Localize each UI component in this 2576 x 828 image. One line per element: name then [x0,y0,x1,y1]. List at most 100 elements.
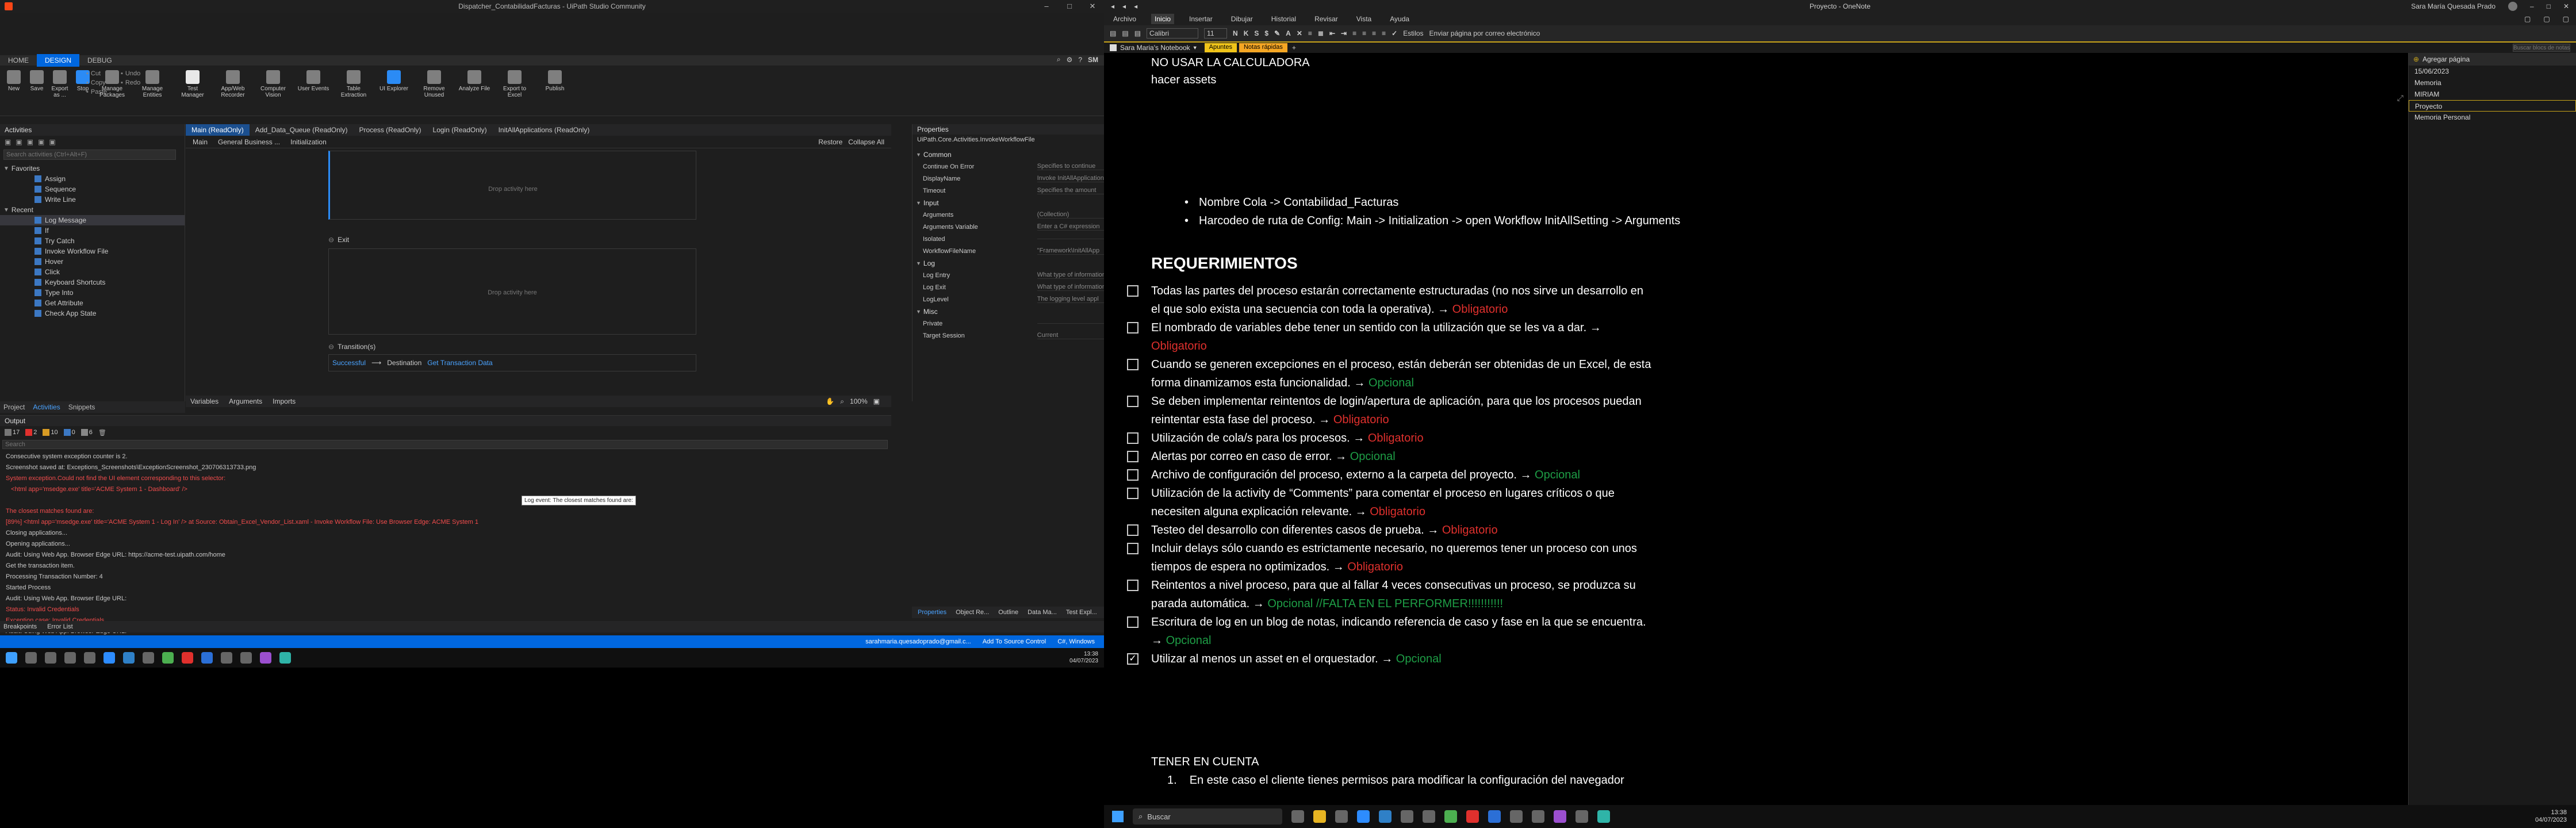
search-icon[interactable] [25,652,37,664]
share-icon[interactable]: ▢ [2524,15,2531,23]
properties-tab[interactable]: Data Ma... [1028,609,1057,616]
property-value[interactable]: Current [1037,332,1104,339]
output-search-input[interactable] [2,440,888,449]
ribbon-export-as--button[interactable]: Export as ... [49,70,70,98]
activity-item[interactable]: If [0,225,185,236]
activity-item[interactable]: Hover [0,256,185,267]
doc-tab[interactable]: Login (ReadOnly) [427,124,493,136]
maximize-icon[interactable]: □ [1058,0,1081,13]
checkbox-icon[interactable] [1127,432,1138,444]
ribbon-test-manager-button[interactable]: Test Manager [176,70,209,98]
property-value[interactable]: Specifies the amount [1037,187,1104,194]
justify-icon[interactable]: ≡ [1382,29,1386,37]
chrome-icon[interactable] [1444,810,1457,823]
property-value[interactable]: (Collection) [1037,211,1104,218]
fullscreen-icon[interactable]: ▢ [2563,15,2569,23]
ribbon-remove-unused-button[interactable]: Remove Unused [417,70,451,98]
paste-icon[interactable]: ▤ [1110,29,1116,37]
checkbox-icon[interactable] [1127,359,1138,370]
search-icon[interactable]: ⌕ [840,397,844,406]
ribbon-user-events-button[interactable]: User Events [297,70,330,92]
opera-icon[interactable] [1466,810,1479,823]
notebook-name[interactable]: Sara Maria's Notebook [1120,44,1190,52]
vscode-icon[interactable] [1379,810,1392,823]
format-painter-icon[interactable]: ▤ [1134,29,1141,37]
user-initials[interactable]: SM [1088,56,1098,64]
maximize-icon[interactable]: □ [2547,2,2551,10]
ribbon-tab-design[interactable]: DESIGN [37,54,80,67]
designer-tab-variables[interactable]: Variables [190,397,218,405]
add-section-icon[interactable]: + [1290,43,1298,52]
menu-dibujar[interactable]: Dibujar [1228,14,1256,24]
fit-icon[interactable]: ▣ [873,397,880,406]
file-explorer-icon[interactable] [1313,810,1326,823]
ribbon-tab-home[interactable]: HOME [0,54,37,67]
checkbox-icon[interactable] [1127,524,1138,536]
section-tab[interactable]: Notas rápidas [1239,43,1287,52]
user-name[interactable]: Sara María Quesada Prado [2411,2,2496,10]
breadcrumb-item[interactable]: Initialization [290,138,327,146]
page-item[interactable]: 15/06/2023 [2409,66,2576,77]
uipath-icon[interactable] [1488,810,1501,823]
menu-archivo[interactable]: Archivo [1110,14,1140,24]
activities-group[interactable]: ▼ Recent [0,205,185,215]
chrome-icon[interactable] [162,652,174,664]
menu-historial[interactable]: Historial [1268,14,1300,24]
output-filter-toggle[interactable]: 10 [43,429,58,436]
avatar[interactable] [2508,2,2517,11]
left-tab-project[interactable]: Project [3,403,25,411]
properties-tab[interactable]: Properties [918,609,946,616]
status-source-control[interactable]: Add To Source Control [983,638,1046,645]
ribbon-app-web-recorder-button[interactable]: App/Web Recorder [216,70,250,98]
designer-tab-arguments[interactable]: Arguments [229,397,262,405]
security-icon[interactable] [1510,810,1523,823]
checkbox-icon[interactable] [1127,543,1138,554]
checkbox-icon[interactable]: ✓ [1127,653,1138,665]
checkbox-icon[interactable] [1127,580,1138,591]
checkbox-icon[interactable] [1127,616,1138,628]
activity-item[interactable]: Get Attribute [0,298,185,308]
designer-tab-imports[interactable]: Imports [273,397,296,405]
bullets-icon[interactable]: ≡ [1308,29,1312,37]
ribbon-save-button[interactable]: Save [26,70,47,92]
font-name-select[interactable]: Calibri [1147,28,1199,39]
transition-row[interactable]: Successful ⟶ Destination Get Transaction Da… [328,354,696,371]
tag-icon[interactable]: ✓ [1392,29,1397,37]
edge-icon[interactable] [1597,810,1610,823]
status-language[interactable]: C#, Windows [1057,638,1095,645]
settings-icon[interactable]: ⚙ [1067,56,1073,64]
italic-icon[interactable]: K [1244,29,1249,37]
onenote-icon[interactable] [1554,810,1566,823]
doc-tab[interactable]: InitAllApplications (ReadOnly) [493,124,596,136]
property-value[interactable]: Enter a C# expression [1037,223,1104,231]
doc-tab[interactable]: Main (ReadOnly) [186,124,250,136]
app-icon[interactable] [84,652,95,664]
windows-start-icon[interactable] [6,652,17,664]
menu-inicio[interactable]: Inicio [1151,14,1175,24]
task-view-icon[interactable] [45,652,56,664]
app-icon[interactable] [1423,810,1435,823]
taskbar-search-box[interactable]: ⌕ Buscar [1133,808,1282,825]
collapse-all-button[interactable]: Collapse All [848,138,884,146]
checkbox-icon[interactable] [1127,285,1138,297]
checkbox-icon[interactable] [1127,322,1138,334]
app-icon[interactable] [1575,810,1588,823]
properties-tab[interactable]: Test Expl... [1066,609,1097,616]
uipath-assistant-icon[interactable] [1532,810,1544,823]
property-group[interactable]: ▼ Input [913,197,1104,209]
page-item[interactable]: Proyecto [2409,100,2576,112]
output-filter-toggle[interactable]: 6 [80,429,93,436]
zoom-level[interactable]: 100% [850,397,868,406]
uipath-icon[interactable] [201,652,213,664]
notebook-search-input[interactable] [2513,44,2570,52]
ribbon-analyze-file-button[interactable]: Analyze File [458,70,491,92]
property-group[interactable]: ▼ Misc [913,305,1104,317]
restore-button[interactable]: Restore [818,138,842,146]
activity-item[interactable]: Assign [0,174,185,184]
expand-icon[interactable]: ▣ [5,138,11,146]
ribbon-tab-debug[interactable]: DEBUG [79,54,120,67]
strike-icon[interactable]: $ [1264,29,1268,37]
onenote-icon[interactable] [260,652,271,664]
property-group[interactable]: ▼ Log [913,257,1104,269]
checkbox-icon[interactable] [1127,396,1138,407]
